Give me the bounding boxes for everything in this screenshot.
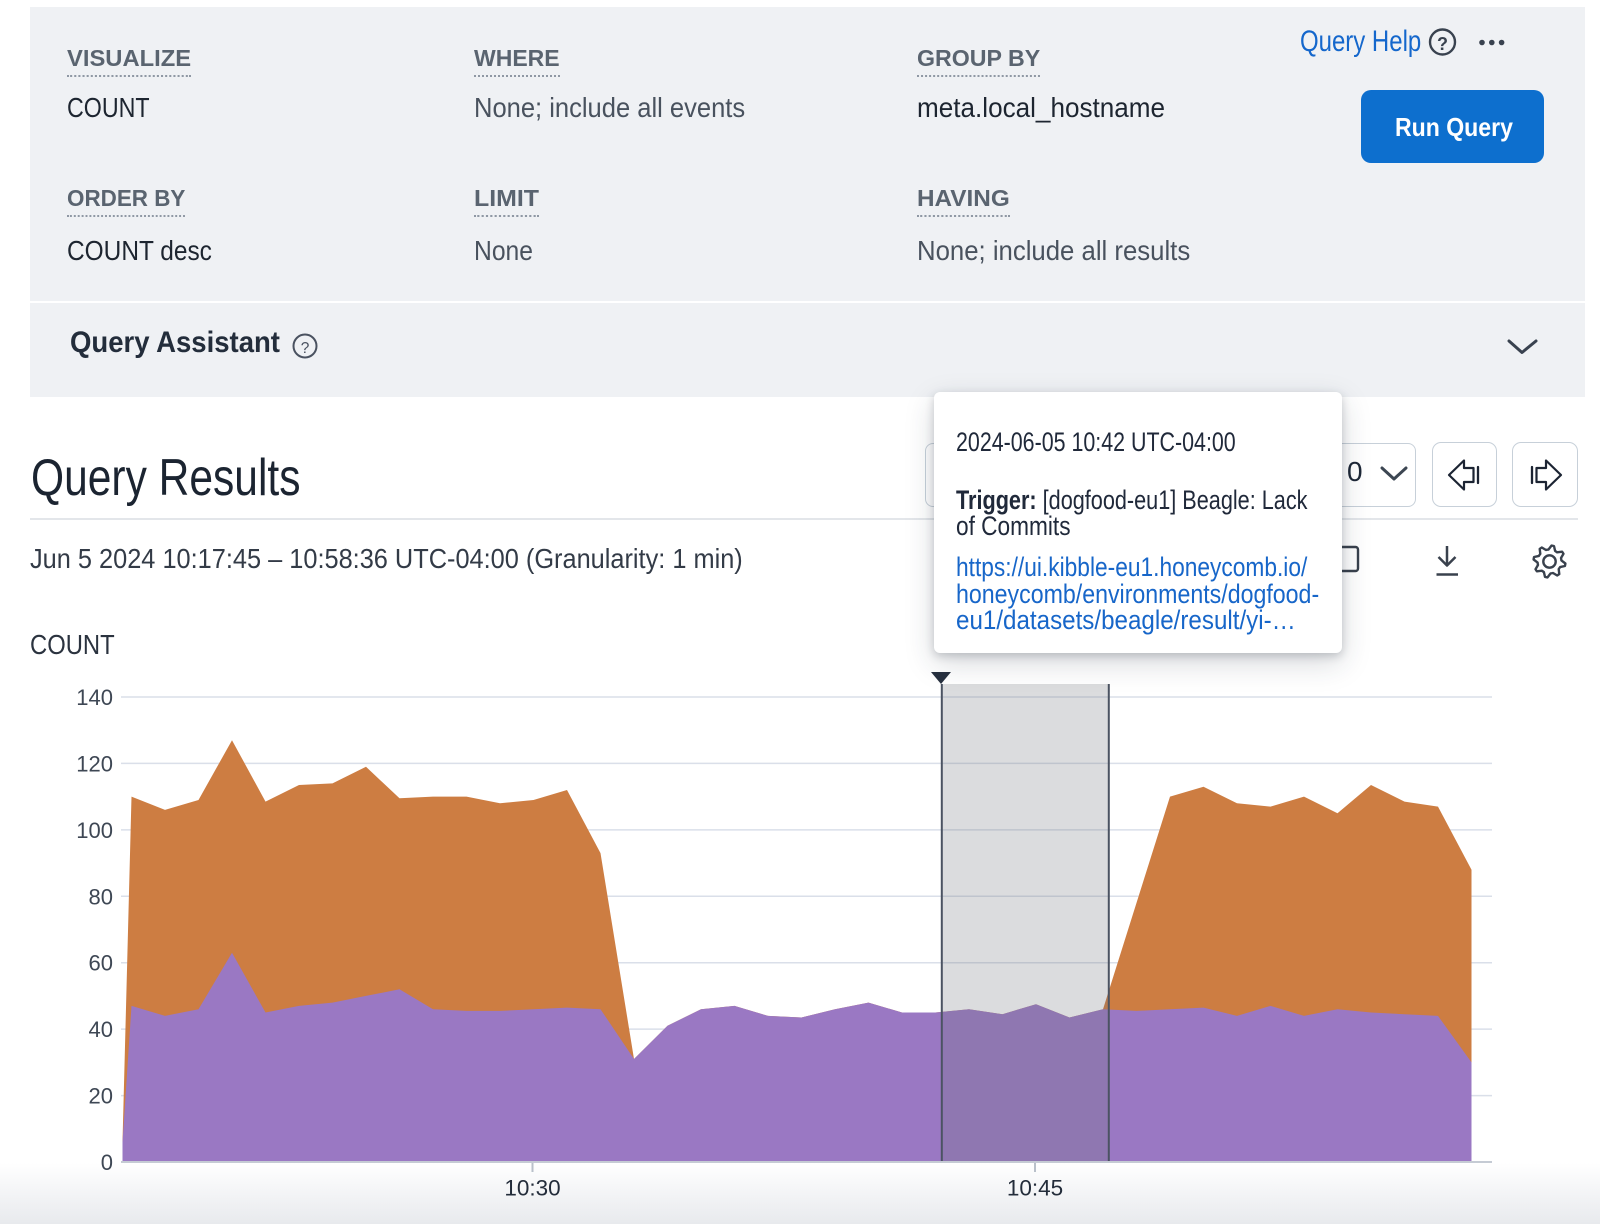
svg-text:80: 80 [89,884,113,909]
svg-text:?: ? [301,340,310,357]
svg-text:0: 0 [101,1150,113,1175]
svg-text:120: 120 [76,751,113,776]
svg-text:60: 60 [89,951,113,976]
svg-text:40: 40 [89,1017,113,1042]
svg-text:100: 100 [76,818,113,843]
svg-text:20: 20 [89,1084,113,1109]
svg-text:10:45: 10:45 [1007,1176,1063,1201]
svg-text:10:30: 10:30 [504,1176,560,1201]
svg-text:140: 140 [76,685,113,710]
svg-text:?: ? [1437,34,1448,54]
